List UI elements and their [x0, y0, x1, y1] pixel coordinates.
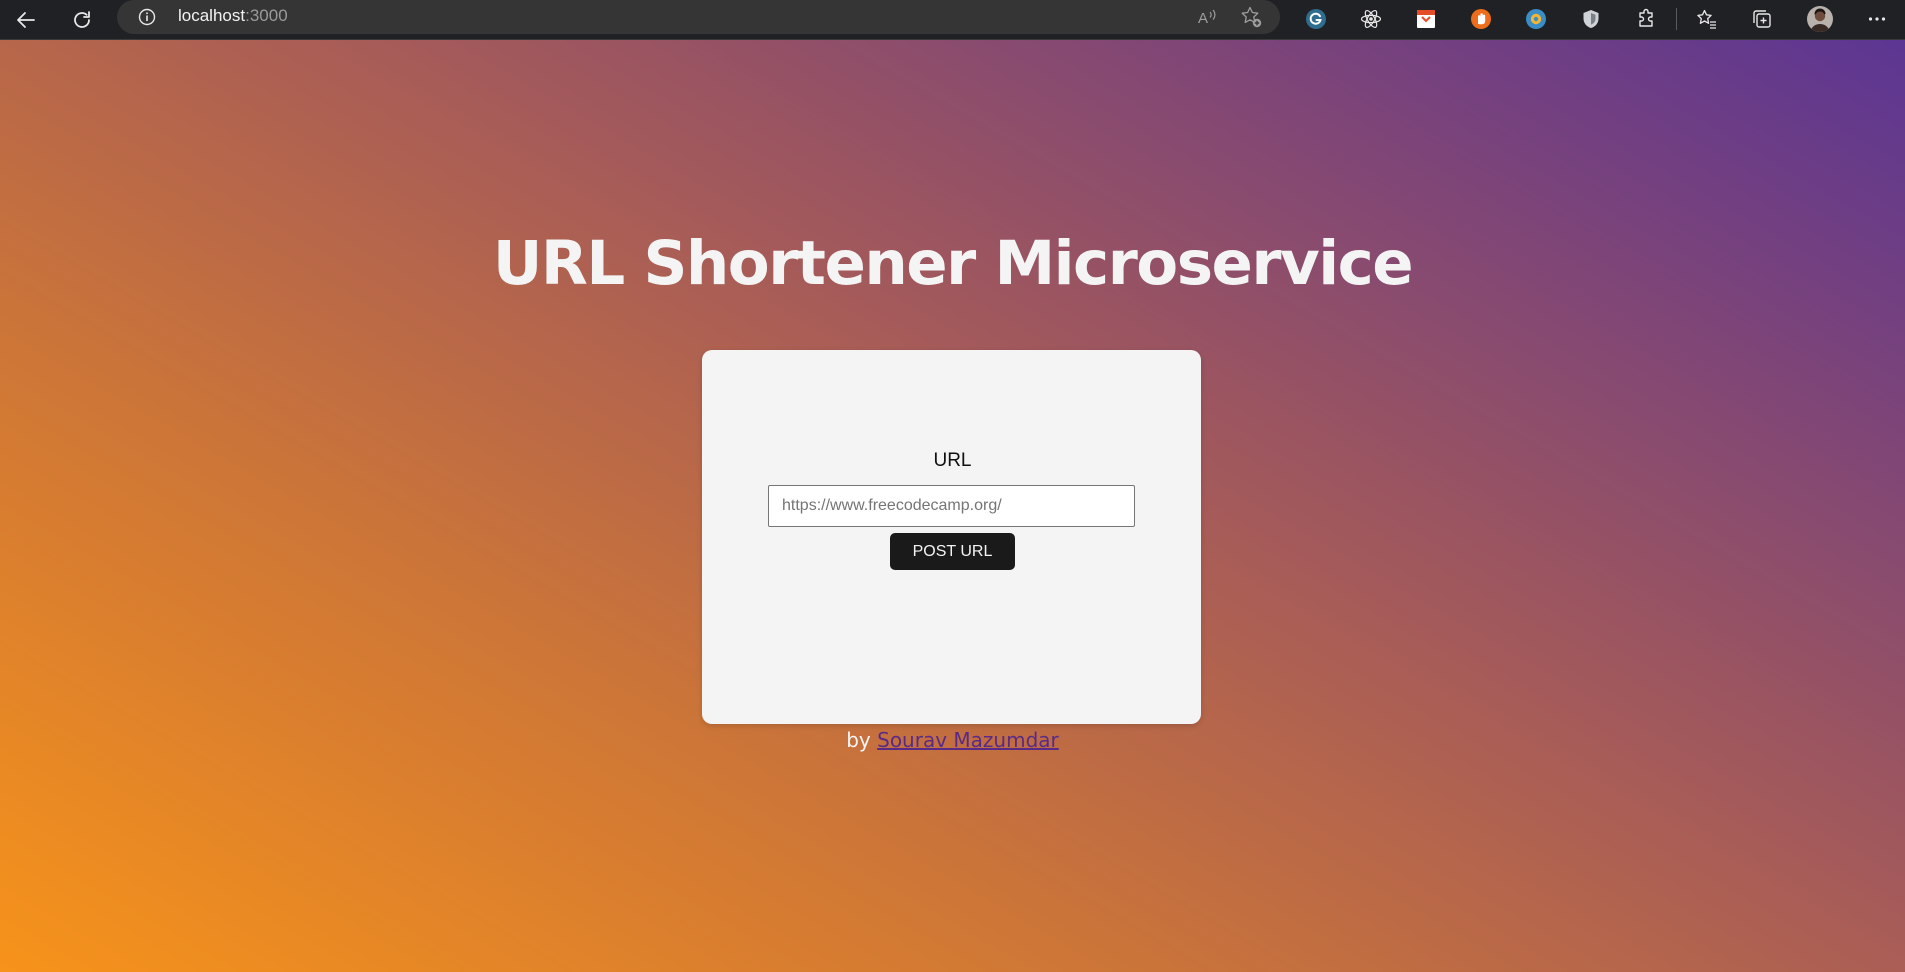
refresh-icon[interactable]	[66, 4, 98, 36]
author-link[interactable]: Sourav Mazumdar	[877, 728, 1059, 752]
post-url-button[interactable]: POST URL	[890, 533, 1015, 570]
read-aloud-icon[interactable]: A	[1195, 5, 1219, 29]
address-url[interactable]: localhost:3000	[178, 6, 288, 26]
page-title: URL Shortener Microservice	[492, 228, 1414, 299]
back-icon[interactable]	[10, 4, 42, 36]
extension-icon[interactable]	[1576, 4, 1606, 34]
url-input[interactable]	[768, 485, 1135, 527]
collections-icon[interactable]	[1747, 4, 1777, 34]
favorites-icon[interactable]	[1692, 4, 1722, 34]
svg-text:A: A	[1198, 10, 1208, 27]
react-devtools-icon[interactable]	[1356, 4, 1386, 34]
profile-avatar[interactable]	[1805, 4, 1835, 34]
browser-toolbar: localhost:3000 A	[0, 0, 1905, 40]
address-bar[interactable]: localhost:3000 A	[117, 0, 1280, 34]
extension-icon[interactable]	[1466, 4, 1496, 34]
url-port: :3000	[245, 6, 288, 25]
add-favorite-icon[interactable]	[1239, 5, 1263, 29]
extension-icon[interactable]	[1521, 4, 1551, 34]
url-label: URL	[933, 450, 972, 471]
url-host: localhost	[178, 6, 246, 25]
footer-credit: by Sourav Mazumdar	[0, 728, 1905, 752]
footer-prefix: by	[846, 728, 871, 752]
extensions-icon[interactable]	[1631, 4, 1661, 34]
more-icon[interactable]	[1862, 4, 1892, 34]
extension-icon[interactable]	[1411, 4, 1441, 34]
site-info-icon[interactable]	[137, 7, 157, 27]
toolbar-separator	[1676, 8, 1677, 30]
grammarly-icon[interactable]	[1301, 4, 1331, 34]
